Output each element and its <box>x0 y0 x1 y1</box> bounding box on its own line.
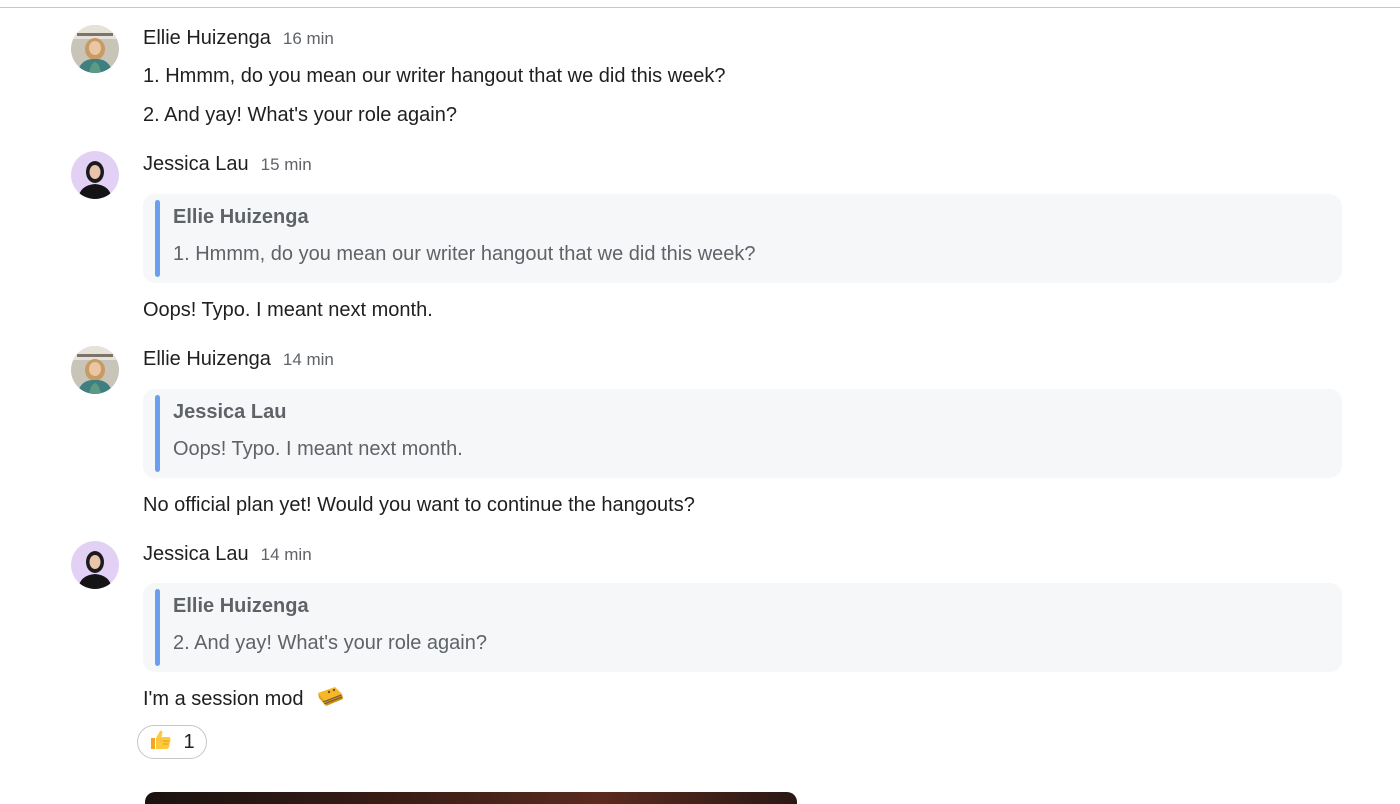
quoted-message[interactable]: Jessica Lau Oops! Typo. I meant next mon… <box>143 389 1342 478</box>
avatar-jessica[interactable] <box>71 151 119 199</box>
reaction-chip[interactable]: 1 <box>137 725 207 759</box>
message-text: Oops! Typo. I meant next month. <box>143 299 433 321</box>
message-text: 1. Hmmm, do you mean our writer hangout … <box>143 65 726 87</box>
quote-text: 2. And yay! What's your role again? <box>173 632 487 654</box>
sender-name: Ellie Huizenga <box>143 27 271 49</box>
sender-name: Jessica Lau <box>143 543 249 565</box>
message-text: 2. And yay! What's your role again? <box>143 104 457 126</box>
top-divider <box>0 0 1400 8</box>
quote-sender: Ellie Huizenga <box>173 595 309 617</box>
quoted-message[interactable]: Ellie Huizenga 1. Hmmm, do you mean our … <box>143 194 1342 283</box>
quoted-message[interactable]: Ellie Huizenga 2. And yay! What's your r… <box>143 583 1342 672</box>
thumbs-up-icon <box>149 728 173 757</box>
message-text: I'm a session mod <box>143 688 304 710</box>
message-time: 16 min <box>282 29 334 48</box>
reaction-count: 1 <box>183 730 195 753</box>
message-text-row: I'm a session mod <box>143 685 345 717</box>
sender-name: Jessica Lau <box>143 153 249 175</box>
quote-sender: Jessica Lau <box>173 401 287 423</box>
message-time: 14 min <box>260 545 312 564</box>
sender-name: Ellie Huizenga <box>143 348 271 370</box>
message-text: No official plan yet! Would you want to … <box>143 494 695 516</box>
quote-bar <box>155 395 160 472</box>
quote-bar <box>155 200 160 277</box>
quote-bar <box>155 589 160 666</box>
avatar-ellie[interactable] <box>71 346 119 394</box>
image-attachment-preview[interactable] <box>145 792 797 804</box>
quote-text: Oops! Typo. I meant next month. <box>173 438 463 460</box>
avatar-ellie[interactable] <box>71 25 119 73</box>
quote-text: 1. Hmmm, do you mean our writer hangout … <box>173 243 756 265</box>
dancing-emoji-icon <box>315 685 345 717</box>
message-time: 15 min <box>260 155 312 174</box>
avatar-jessica[interactable] <box>71 541 119 589</box>
quote-sender: Ellie Huizenga <box>173 206 309 228</box>
message-time: 14 min <box>282 350 334 369</box>
